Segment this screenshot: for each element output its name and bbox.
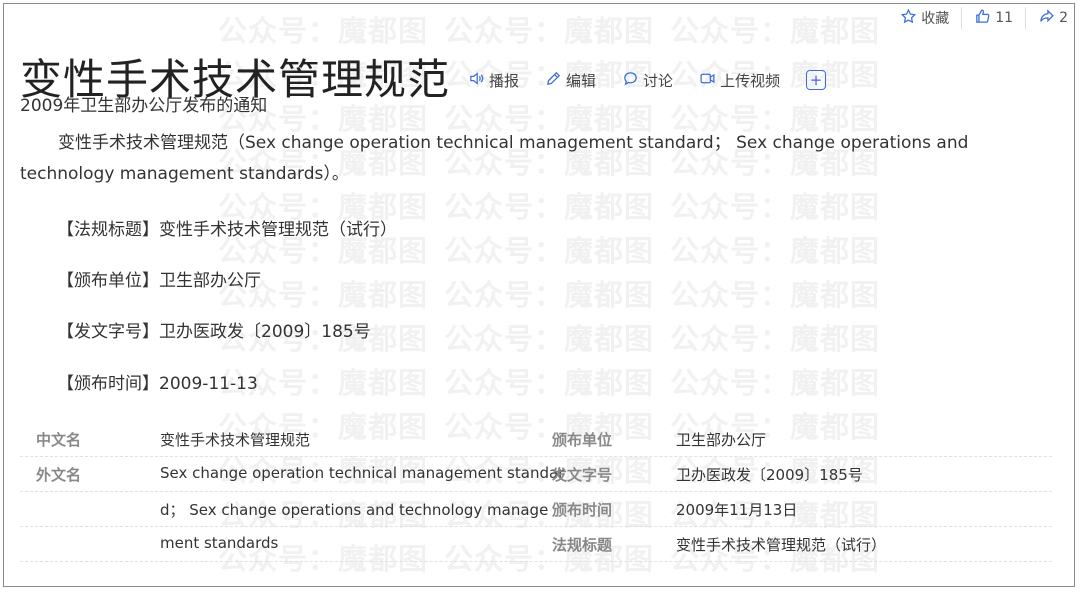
chat-icon <box>622 70 639 91</box>
meta-line-title: 【法规标题】变性手术技术管理规范（试行） <box>57 220 397 240</box>
table-row: 外文名 Sex change operation technical manag… <box>20 457 1052 492</box>
pencil-icon <box>545 70 562 91</box>
table-row: d； Sex change operations and technology … <box>20 492 1052 527</box>
like-button[interactable]: 11 <box>962 6 1025 30</box>
table-row: 中文名 变性手术技术管理规范 颁布单位 卫生部办公厅 <box>20 422 1052 457</box>
label-chinese-name: 中文名 <box>36 431 82 449</box>
value-document-number: 卫办医政发〔2009〕185号 <box>676 466 863 484</box>
speaker-icon <box>468 70 485 91</box>
star-icon <box>900 8 917 29</box>
edit-label: 编辑 <box>566 71 597 90</box>
value-foreign-name-end: ment standards <box>160 534 279 552</box>
basic-info-table: 中文名 变性手术技术管理规范 颁布单位 卫生部办公厅 外文名 Sex chang… <box>20 422 1052 562</box>
subtitle: 2009年卫生部办公厅发布的通知 <box>20 96 268 116</box>
meta-line-document-number: 【发文字号】卫办医政发〔2009〕185号 <box>57 322 371 342</box>
meta-line-date: 【颁布时间】2009-11-13 <box>57 374 258 394</box>
label-date: 颁布时间 <box>552 501 613 519</box>
discuss-label: 讨论 <box>643 71 674 90</box>
upload-video-button[interactable]: 上传视频 <box>699 70 780 91</box>
collect-button[interactable]: 收藏 <box>888 6 961 30</box>
share-count: 2 <box>1059 10 1068 26</box>
value-issuer: 卫生部办公厅 <box>676 431 767 449</box>
like-count: 11 <box>995 10 1014 26</box>
label-document-number: 发文字号 <box>552 466 613 484</box>
play-label: 播报 <box>489 71 520 90</box>
collect-label: 收藏 <box>921 11 950 27</box>
value-foreign-name-cont: d； Sex change operations and technology … <box>160 501 549 519</box>
value-foreign-name: Sex change operation technical managemen… <box>160 464 565 482</box>
value-chinese-name: 变性手术技术管理规范 <box>160 431 311 449</box>
summary-paragraph: 变性手术技术管理规范（Sex change operation technica… <box>20 133 969 184</box>
video-camera-icon <box>699 70 716 91</box>
label-regulation-title: 法规标题 <box>552 536 613 554</box>
share-icon <box>1038 8 1055 29</box>
play-button[interactable]: 播报 <box>468 70 519 91</box>
top-toolbar: 收藏 11 2 <box>888 6 1080 30</box>
discuss-button[interactable]: 讨论 <box>622 70 673 91</box>
title-row: 变性手术技术管理规范 播报 编辑 讨论 上传视频 + <box>20 26 827 134</box>
value-regulation-title: 变性手术技术管理规范（试行） <box>676 536 887 554</box>
thumbs-up-icon <box>974 8 991 29</box>
share-button[interactable]: 2 <box>1026 6 1080 30</box>
upload-video-label: 上传视频 <box>720 71 781 90</box>
value-date: 2009年11月13日 <box>676 501 798 519</box>
edit-button[interactable]: 编辑 <box>545 70 596 91</box>
add-button[interactable]: + <box>806 70 827 91</box>
label-foreign-name: 外文名 <box>36 466 82 484</box>
meta-line-issuer: 【颁布单位】卫生部办公厅 <box>57 271 261 291</box>
table-row: ment standards 法规标题 变性手术技术管理规范（试行） <box>20 527 1052 562</box>
plus-icon: + <box>809 70 823 89</box>
label-issuer: 颁布单位 <box>552 431 613 449</box>
